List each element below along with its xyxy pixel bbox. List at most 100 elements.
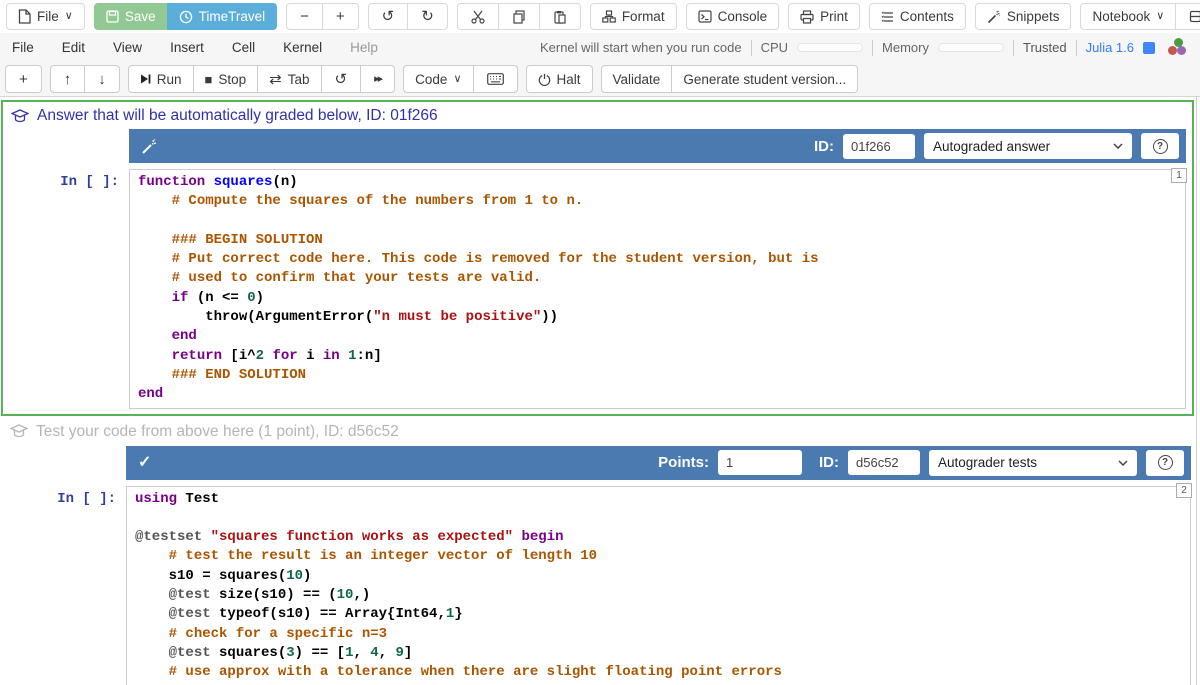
zoom-in-button[interactable]: + [322, 3, 359, 30]
notebook-content[interactable]: Answer that will be automatically graded… [0, 97, 1200, 685]
file-menu-button[interactable]: File ∨ [6, 3, 85, 30]
save-button[interactable]: Save [94, 3, 168, 30]
input-prompt: In [ ]: [3, 169, 129, 409]
cell-index-badge: 1 [1171, 168, 1187, 183]
format-button[interactable]: Format [590, 3, 677, 30]
run-icon [140, 73, 151, 85]
notebook-menu-button[interactable]: Notebook ∨ [1080, 3, 1176, 30]
file-icon [18, 9, 31, 24]
cell-heading-text: Test your code from above here (1 point)… [36, 423, 399, 441]
snippets-button[interactable]: Snippets [975, 3, 1072, 30]
cell-type-select[interactable]: Code ∨ [403, 65, 473, 93]
cell-id-input[interactable] [848, 450, 920, 475]
plus-icon: + [336, 9, 345, 24]
copy-icon [512, 10, 526, 24]
kernel-busy-indicator [1143, 42, 1155, 54]
split-view-button[interactable] [1175, 3, 1200, 30]
menu-file[interactable]: File [12, 40, 34, 55]
power-icon [538, 73, 551, 86]
magic-wand-icon [141, 138, 158, 155]
zoom-out-button[interactable]: − [286, 3, 323, 30]
graduation-cap-icon [11, 109, 29, 124]
memory-usage-bar [938, 43, 1004, 52]
kernel-status-text: Kernel will start when you run code [540, 40, 742, 55]
validate-button[interactable]: Validate [601, 65, 673, 93]
save-icon [106, 10, 119, 23]
copy-button[interactable] [498, 3, 540, 30]
cpu-label: CPU [761, 40, 788, 55]
move-cell-up-button[interactable]: ↑ [50, 65, 86, 93]
menu-help[interactable]: Help [350, 40, 378, 55]
code-cell: In [ ]: function squares(n) # Compute th… [3, 169, 1192, 409]
timetravel-button[interactable]: TimeTravel [167, 3, 278, 30]
code-cell: In [ ]: using Test @testset "squares fun… [0, 486, 1197, 685]
cut-icon [471, 10, 485, 24]
cell-index-badge: 2 [1176, 483, 1192, 498]
chevron-down-icon: ∨ [65, 11, 73, 22]
undo-icon: ↺ [382, 9, 395, 24]
chevron-down-icon [1118, 460, 1128, 466]
menu-kernel[interactable]: Kernel [283, 40, 322, 55]
run-all-button[interactable]: ▸▸ [360, 65, 395, 93]
clock-icon [179, 10, 193, 24]
halt-button[interactable]: Halt [526, 65, 593, 93]
trusted-badge: Trusted [1023, 40, 1067, 55]
code-editor[interactable]: function squares(n) # Compute the square… [129, 169, 1186, 409]
chevron-down-icon [1113, 143, 1123, 149]
kernel-status-area: Kernel will start when you run code CPU … [540, 38, 1188, 58]
print-button[interactable]: Print [788, 3, 860, 30]
menus: File Edit View Insert Cell Kernel Help [12, 40, 378, 55]
chevron-down-icon: ∨ [453, 74, 461, 85]
kernel-name-link[interactable]: Julia 1.6 [1086, 40, 1134, 55]
divider [1076, 40, 1077, 56]
cell-heading-text: Answer that will be automatically graded… [37, 107, 438, 125]
divider [1013, 40, 1014, 56]
nbgrader-type-select[interactable]: Autograder tests [929, 450, 1137, 476]
nbgrader-toolbar: ID: Autograded answer ? [129, 129, 1186, 163]
help-button[interactable]: ? [1146, 450, 1184, 476]
cell-toolbar: + ↑ ↓ Run ■ Stop ⇄ Tab ↺ ▸▸ Code [0, 62, 1200, 97]
cell-id-input[interactable] [843, 134, 915, 159]
arrow-up-icon: ↑ [64, 72, 72, 87]
console-button[interactable]: Console [686, 3, 780, 30]
julia-logo-icon [1164, 38, 1188, 58]
menu-insert[interactable]: Insert [170, 40, 204, 55]
nbgrader-type-select[interactable]: Autograded answer [924, 133, 1132, 159]
question-icon: ? [1158, 455, 1173, 470]
fast-forward-icon: ▸▸ [374, 74, 381, 85]
keyboard-icon [487, 73, 504, 85]
menu-view[interactable]: View [113, 40, 142, 55]
chevron-down-icon: ∨ [1156, 11, 1164, 22]
split-icon [1189, 10, 1200, 23]
move-cell-down-button[interactable]: ↓ [84, 65, 120, 93]
code-editor[interactable]: using Test @testset "squares function wo… [126, 486, 1191, 685]
cell-autograder-tests[interactable]: ✓ Points: ID: Autograder tests ? 2 In [ … [0, 446, 1197, 685]
points-label: Points: [658, 454, 709, 471]
run-button[interactable]: Run [128, 65, 194, 93]
paste-button[interactable] [539, 3, 581, 30]
restart-button[interactable]: ↺ [321, 65, 362, 93]
redo-button[interactable]: ↻ [407, 3, 448, 30]
points-input[interactable] [718, 450, 802, 475]
graduation-cap-icon [10, 424, 28, 439]
generate-student-version-button[interactable]: Generate student version... [671, 65, 858, 93]
paste-icon [553, 10, 567, 24]
menu-cell[interactable]: Cell [232, 40, 255, 55]
stop-icon: ■ [205, 73, 213, 86]
insert-cell-button[interactable]: + [5, 65, 42, 93]
nbgrader-cell-heading: Answer that will be automatically graded… [3, 102, 1192, 129]
undo-button[interactable]: ↺ [368, 3, 409, 30]
nbgrader-toolbar: ✓ Points: ID: Autograder tests ? [126, 446, 1191, 480]
help-button[interactable]: ? [1141, 133, 1179, 159]
stop-button[interactable]: ■ Stop [193, 65, 259, 93]
contents-button[interactable]: Contents [869, 3, 966, 30]
cell-autograded-answer[interactable]: Answer that will be automatically graded… [1, 100, 1194, 416]
keyboard-shortcuts-button[interactable] [473, 65, 518, 93]
tab-icon: ⇄ [269, 72, 282, 87]
tab-button[interactable]: ⇄ Tab [257, 65, 321, 93]
magic-wand-icon [987, 10, 1001, 24]
input-prompt: In [ ]: [0, 486, 126, 685]
menu-edit[interactable]: Edit [62, 40, 85, 55]
top-toolbar: File ∨ Save TimeTravel − + ↺ ↻ [0, 0, 1200, 33]
cut-button[interactable] [457, 3, 499, 30]
